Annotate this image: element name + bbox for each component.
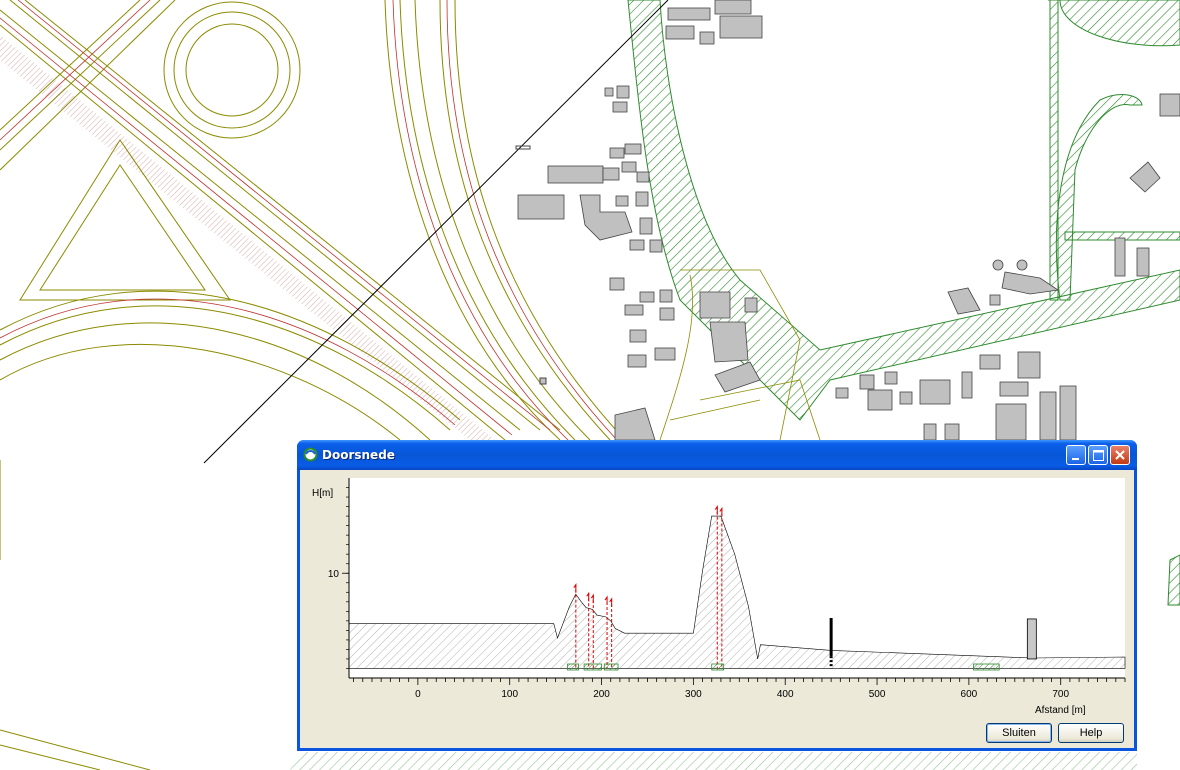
cross-section-chart: 0 100 200 300 400 500 600 700 10 H[m] Afstand [m…	[312, 478, 1126, 716]
ground-segment	[567, 663, 579, 671]
minimize-button[interactable]	[1066, 445, 1086, 465]
close-button[interactable]	[1110, 445, 1130, 465]
sluiten-button[interactable]: Sluiten	[986, 723, 1052, 743]
x-tick-label: 0	[415, 689, 421, 700]
x-tick-label: 200	[593, 689, 610, 700]
x-tick-label: 400	[777, 689, 794, 700]
x-tick-label: 300	[685, 689, 702, 700]
ground-segment	[603, 663, 619, 671]
doorsnede-window[interactable]: Doorsnede 0 100 200 300 400 500 600 700 …	[297, 440, 1137, 751]
x-tick-label: 100	[501, 689, 518, 700]
minimize-icon	[1072, 458, 1079, 460]
app-icon	[303, 447, 318, 462]
window-titlebar[interactable]: Doorsnede	[297, 440, 1137, 470]
y-tick-label: 10	[328, 569, 340, 580]
ground-segment	[583, 663, 602, 671]
x-tick-label: 700	[1052, 689, 1069, 700]
building-marker	[1026, 618, 1037, 660]
x-tick-label: 500	[869, 689, 886, 700]
y-axis-label: H[m]	[312, 488, 333, 499]
maximize-button[interactable]	[1088, 445, 1108, 465]
ground-segment	[711, 663, 725, 671]
x-axis-label: Afstand [m]	[1035, 705, 1086, 716]
window-title: Doorsnede	[322, 448, 395, 462]
maximize-icon	[1093, 450, 1104, 461]
x-tick-label: 600	[961, 689, 978, 700]
close-icon	[1115, 450, 1125, 460]
window-client-area: 0 100 200 300 400 500 600 700 10 H[m] Afstand [m…	[300, 470, 1134, 748]
help-button[interactable]: Help	[1058, 723, 1124, 743]
ground-segment	[973, 663, 1000, 671]
